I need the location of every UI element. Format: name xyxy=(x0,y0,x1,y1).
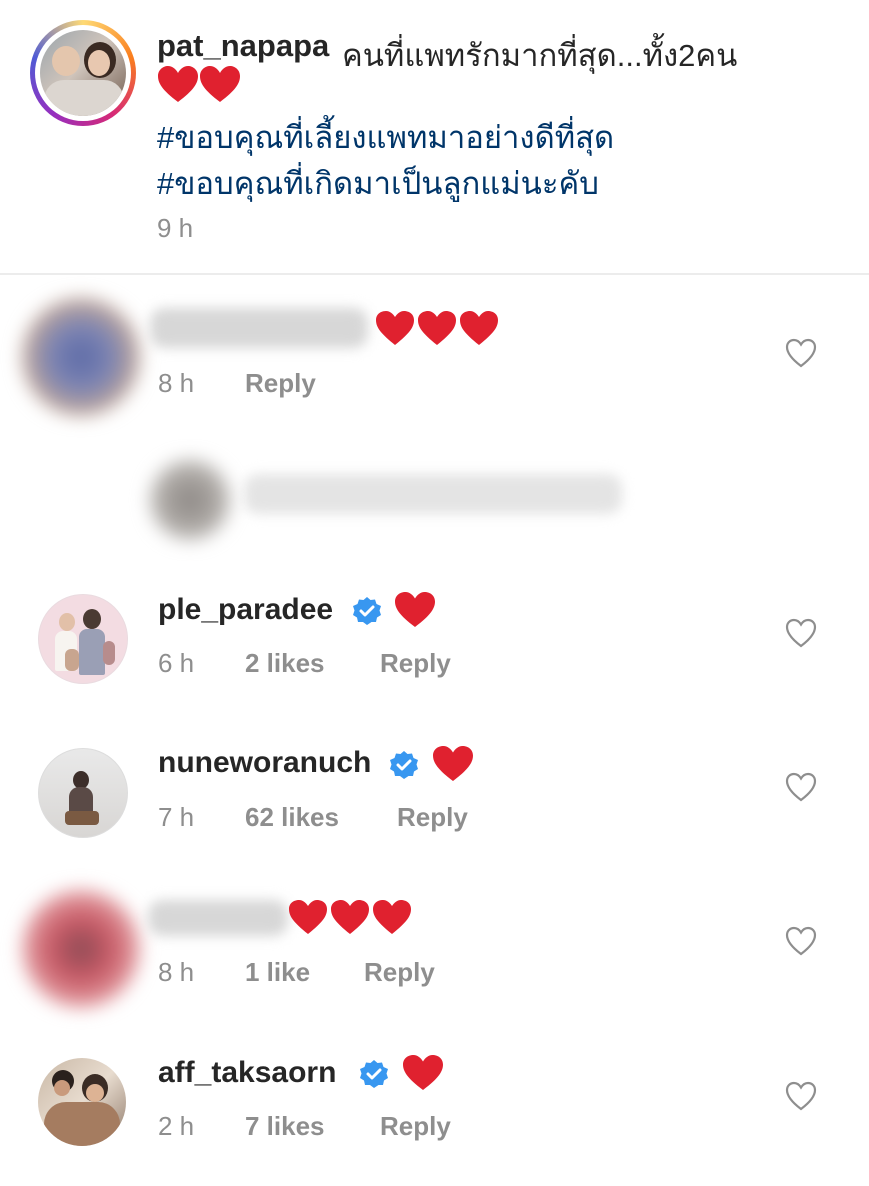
comment-timestamp: 8 h xyxy=(158,368,195,398)
comment-heart-emoji xyxy=(403,1055,443,1091)
commenter-avatar[interactable] xyxy=(38,1058,126,1146)
verified-badge-icon xyxy=(359,1059,389,1089)
post-caption: คนที่แพทรักมากที่สุด...ทั้ง2คน xyxy=(342,38,738,73)
hashtag-link-2[interactable]: #ขอบคุณที่เกิดมาเป็นลูกแม่นะคับ xyxy=(157,158,599,208)
reply-avatar-blurred[interactable] xyxy=(150,460,230,540)
reply-text-blurred xyxy=(244,474,622,514)
post-author-username[interactable]: pat_napapa xyxy=(157,28,329,64)
post-timestamp: 9 h xyxy=(157,213,194,243)
like-heart-icon[interactable] xyxy=(785,618,817,648)
comment-text-hearts xyxy=(376,311,500,347)
commenter-avatar[interactable] xyxy=(38,748,128,838)
like-heart-icon[interactable] xyxy=(785,338,817,368)
commenter-username[interactable]: nuneworanuch xyxy=(158,746,371,780)
divider xyxy=(0,273,869,275)
reply-button[interactable]: Reply xyxy=(364,957,435,988)
comment-avatar-blurred[interactable] xyxy=(22,890,140,1008)
comment-username-blurred[interactable] xyxy=(148,900,288,936)
hashtag-link-1[interactable]: #ขอบคุณที่เลี้ยงแพทมาอย่างดีที่สุด xyxy=(157,112,614,162)
like-heart-icon[interactable] xyxy=(785,926,817,956)
comment-timestamp: 6 h xyxy=(158,648,195,678)
commenter-avatar[interactable] xyxy=(38,594,128,684)
comment-text-hearts xyxy=(289,900,413,936)
caption-hearts xyxy=(158,66,242,106)
comment-heart-emoji xyxy=(433,746,473,782)
reply-button[interactable]: Reply xyxy=(380,648,451,679)
reply-button[interactable]: Reply xyxy=(397,802,468,833)
reply-button[interactable]: Reply xyxy=(380,1111,451,1142)
likes-count[interactable]: 7 likes xyxy=(245,1111,325,1142)
reply-button[interactable]: Reply xyxy=(245,368,316,399)
commenter-username[interactable]: ple_paradee xyxy=(158,593,333,627)
comment-avatar-blurred[interactable] xyxy=(22,298,140,416)
comment-timestamp: 8 h xyxy=(158,957,195,987)
verified-badge-icon xyxy=(389,750,419,780)
comment-timestamp: 7 h xyxy=(158,802,195,832)
verified-badge-icon xyxy=(352,596,382,626)
commenter-username[interactable]: aff_taksaorn xyxy=(158,1056,336,1090)
post-author-avatar[interactable] xyxy=(30,20,136,126)
likes-count[interactable]: 2 likes xyxy=(245,648,325,679)
like-heart-icon[interactable] xyxy=(785,772,817,802)
comment-timestamp: 2 h xyxy=(158,1111,195,1141)
likes-count[interactable]: 62 likes xyxy=(245,802,339,833)
like-heart-icon[interactable] xyxy=(785,1081,817,1111)
comment-heart-emoji xyxy=(395,592,435,628)
comment-username-blurred[interactable] xyxy=(150,308,368,348)
likes-count[interactable]: 1 like xyxy=(245,957,310,988)
